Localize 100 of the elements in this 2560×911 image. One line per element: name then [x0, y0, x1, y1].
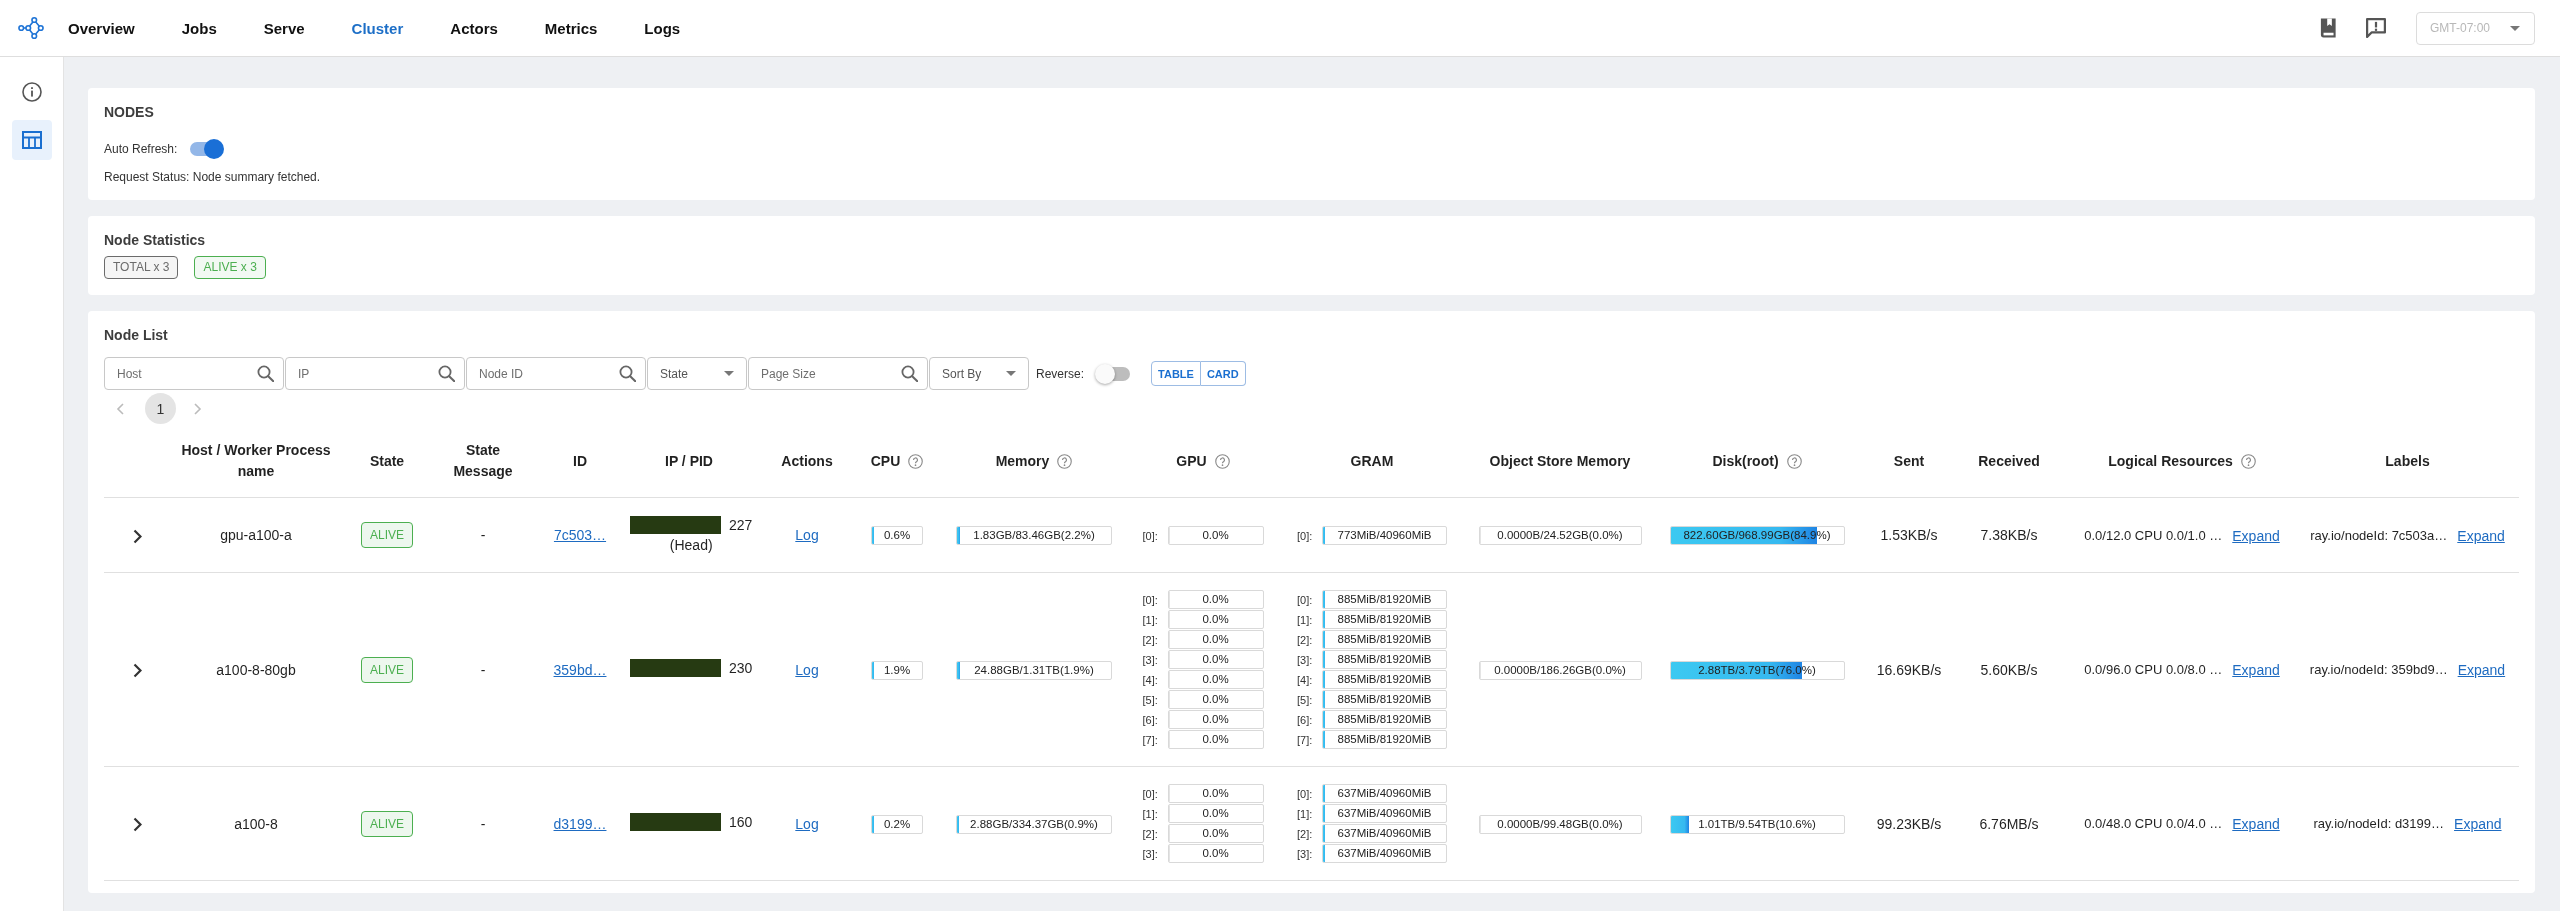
- column-header: State: [369, 451, 405, 471]
- usage-value: 773MiB/40960MiB: [1337, 528, 1432, 544]
- gpu-index: [7]:: [1142, 732, 1159, 747]
- card-title: Node Statistics: [104, 232, 207, 248]
- column-header: Actions: [781, 451, 833, 471]
- column-header: CPU: [870, 451, 901, 471]
- nav-tab[interactable]: Actors: [450, 15, 498, 41]
- usage-value: 0.2%: [883, 816, 911, 832]
- sent-rate: 1.53KB/s: [1880, 527, 1938, 543]
- labels-text: ray.io/nodeId: d3199…: [2313, 815, 2445, 833]
- log-link[interactable]: Log: [795, 527, 819, 543]
- gpu-index: [1]:: [1142, 806, 1159, 821]
- column-header: ID: [573, 451, 587, 471]
- help-icon[interactable]: [1786, 453, 1802, 469]
- nav-tab[interactable]: Jobs: [181, 15, 217, 41]
- chevron-right-icon[interactable]: [132, 528, 142, 544]
- help-icon[interactable]: [2240, 453, 2256, 469]
- view-toggle-button[interactable]: TABLE: [1151, 361, 1201, 386]
- usage-value: 637MiB/40960MiB: [1337, 846, 1432, 861]
- node-id-link[interactable]: d3199…: [553, 815, 607, 832]
- logical-resources-text: 0.0/96.0 CPU 0.0/8.0 …: [2084, 661, 2223, 679]
- search-icon: [901, 365, 918, 382]
- help-icon[interactable]: [908, 453, 924, 469]
- expand-link[interactable]: Expand: [2232, 660, 2280, 680]
- column-header: GRAM: [1350, 451, 1394, 471]
- filter-select[interactable]: State: [647, 357, 747, 390]
- gram-index: [0]:: [1297, 786, 1314, 801]
- gpu-index: [5]:: [1142, 692, 1159, 707]
- chevron-right-icon[interactable]: [132, 663, 142, 679]
- search-icon: [619, 365, 636, 382]
- pid-value: 227: [729, 516, 753, 535]
- gram-index: [3]:: [1297, 652, 1314, 667]
- labels-text: ray.io/nodeId: 359bd9…: [2309, 661, 2448, 679]
- expand-link[interactable]: Expand: [2232, 525, 2280, 546]
- filter-select[interactable]: Sort By: [929, 357, 1029, 390]
- usage-value: 0.0%: [1202, 786, 1229, 801]
- usage-value: 0.0%: [1202, 806, 1229, 821]
- node-id-link[interactable]: 7c503…: [553, 527, 607, 543]
- status-chip: ALIVE: [361, 522, 413, 548]
- card-title: Node List: [104, 327, 169, 343]
- expand-link[interactable]: Expand: [2457, 525, 2505, 546]
- feedback-icon[interactable]: [2366, 18, 2386, 38]
- status-chip: ALIVE: [361, 810, 413, 837]
- sidebar-button[interactable]: [11, 120, 52, 160]
- usage-value: 637MiB/40960MiB: [1337, 786, 1432, 801]
- log-link[interactable]: Log: [795, 815, 819, 832]
- usage-value: 0.0000B/24.52GB(0.0%): [1497, 528, 1623, 544]
- help-icon[interactable]: [1057, 453, 1073, 469]
- usage-value: 885MiB/81920MiB: [1337, 652, 1432, 667]
- column-header: Disk(root): [1712, 451, 1779, 471]
- usage-value: 0.0%: [1202, 632, 1229, 647]
- logical-resources-text: 0.0/48.0 CPU 0.0/4.0 …: [2084, 815, 2223, 833]
- page-button[interactable]: 1: [145, 393, 176, 424]
- usage-value: 24.88GB/1.31TB(1.9%): [974, 662, 1094, 678]
- usage-value: 0.0000B/186.26GB(0.0%): [1494, 662, 1626, 678]
- usage-value: 0.0%: [1202, 612, 1229, 627]
- sent-rate: 99.23KB/s: [1876, 815, 1942, 832]
- search-field[interactable]: Page Size: [748, 357, 928, 390]
- chevron-right-icon[interactable]: [132, 817, 142, 833]
- node-id-link[interactable]: 359bd…: [553, 661, 607, 678]
- gpu-index: [1]:: [1142, 612, 1159, 627]
- table-icon: [21, 131, 42, 149]
- nav-tab[interactable]: Metrics: [544, 15, 598, 41]
- expand-link[interactable]: Expand: [2454, 814, 2502, 834]
- help-icon[interactable]: [1214, 453, 1230, 469]
- usage-value: 885MiB/81920MiB: [1337, 672, 1432, 687]
- column-header: Memory: [995, 451, 1050, 471]
- usage-value: 0.0%: [1202, 672, 1229, 687]
- status-chip: ALIVE: [361, 656, 413, 683]
- nav-tab[interactable]: Logs: [644, 15, 681, 41]
- auto-refresh-label: Auto Refresh:: [104, 142, 178, 156]
- nav-tab[interactable]: Serve: [263, 15, 305, 41]
- count-chip: TOTAL x 3: [104, 256, 179, 279]
- search-field[interactable]: IP: [285, 357, 465, 390]
- search-icon: [438, 365, 455, 382]
- book-icon[interactable]: [2319, 18, 2337, 38]
- received-rate: 7.38KB/s: [1980, 527, 2038, 543]
- expand-link[interactable]: Expand: [2232, 814, 2280, 834]
- search-field[interactable]: Node ID: [466, 357, 646, 390]
- column-header: Sent: [1893, 451, 1925, 471]
- usage-value: 0.6%: [883, 528, 911, 544]
- gram-index: [3]:: [1297, 846, 1314, 861]
- usage-value: 0.0%: [1202, 592, 1229, 607]
- gram-index: [2]:: [1297, 826, 1314, 841]
- nav-tab[interactable]: Overview: [68, 15, 135, 41]
- expand-link[interactable]: Expand: [2457, 660, 2506, 680]
- column-header: Received: [1978, 451, 2040, 471]
- log-link[interactable]: Log: [795, 661, 819, 678]
- usage-value: 0.0%: [1202, 692, 1229, 707]
- usage-value: 637MiB/40960MiB: [1337, 826, 1432, 841]
- state-message: -: [480, 527, 486, 543]
- labels-text: ray.io/nodeId: 7c503a…: [2310, 526, 2448, 545]
- nav-tab[interactable]: Cluster: [351, 15, 404, 41]
- usage-value: 0.0000B/99.48GB(0.0%): [1497, 816, 1623, 832]
- usage-value: 0.0%: [1202, 732, 1229, 747]
- gram-index: [2]:: [1297, 632, 1314, 647]
- logo-icon[interactable]: [17, 16, 45, 40]
- view-toggle-button[interactable]: CARD: [1200, 361, 1246, 386]
- search-field[interactable]: Host: [104, 357, 284, 390]
- gram-index: [7]:: [1297, 732, 1314, 747]
